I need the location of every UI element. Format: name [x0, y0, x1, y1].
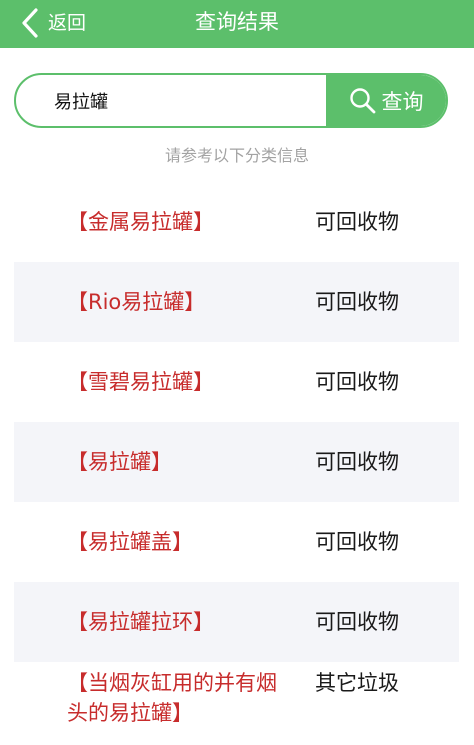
item-category: 可回收物 [315, 530, 399, 554]
result-row[interactable]: 【Rio易拉罐】 可回收物 [14, 262, 459, 342]
item-category: 可回收物 [315, 290, 399, 314]
result-row[interactable]: 【易拉罐】 可回收物 [14, 422, 459, 502]
search-input[interactable] [16, 75, 326, 126]
top-nav-bar: 返回 查询结果 [0, 0, 474, 48]
result-row[interactable]: 【雪碧易拉罐】 可回收物 [14, 342, 459, 422]
item-name: 【当烟灰缸用的并有烟头的易拉罐】 [67, 671, 277, 725]
item-name: 【雪碧易拉罐】 [67, 370, 214, 394]
chevron-left-icon [22, 8, 38, 38]
result-row[interactable]: 【易拉罐盖】 可回收物 [14, 502, 459, 582]
app-screen: 返回 查询结果 查询 请参考以下分类信息 【金属易拉罐】 可回收物 【Rio易拉… [0, 0, 474, 745]
item-category: 可回收物 [315, 210, 399, 234]
item-category: 可回收物 [315, 370, 399, 394]
item-category: 可回收物 [315, 610, 399, 634]
result-row[interactable]: 【易拉罐拉环】 可回收物 [14, 582, 459, 662]
result-row[interactable]: 【金属易拉罐】 可回收物 [14, 182, 459, 262]
item-category: 其它垃圾 [315, 671, 399, 695]
item-name: 【易拉罐拉环】 [67, 610, 214, 634]
item-name: 【金属易拉罐】 [67, 210, 214, 234]
item-name: 【Rio易拉罐】 [67, 290, 206, 314]
back-label: 返回 [48, 12, 87, 34]
result-row[interactable]: 【当烟灰缸用的并有烟头的易拉罐】 其它垃圾 [14, 662, 459, 745]
result-list: 【金属易拉罐】 可回收物 【Rio易拉罐】 可回收物 【雪碧易拉罐】 可回收物 … [14, 182, 459, 745]
search-button-label: 查询 [381, 89, 424, 114]
hint-text: 请参考以下分类信息 [164, 146, 309, 165]
item-category: 可回收物 [315, 450, 399, 474]
search-button[interactable]: 查询 [326, 75, 446, 126]
search-icon [349, 87, 375, 113]
back-button[interactable]: 返回 [22, 6, 86, 40]
item-name: 【易拉罐盖】 [67, 530, 193, 554]
search-bar: 查询 [14, 73, 448, 128]
item-name: 【易拉罐】 [67, 450, 172, 474]
